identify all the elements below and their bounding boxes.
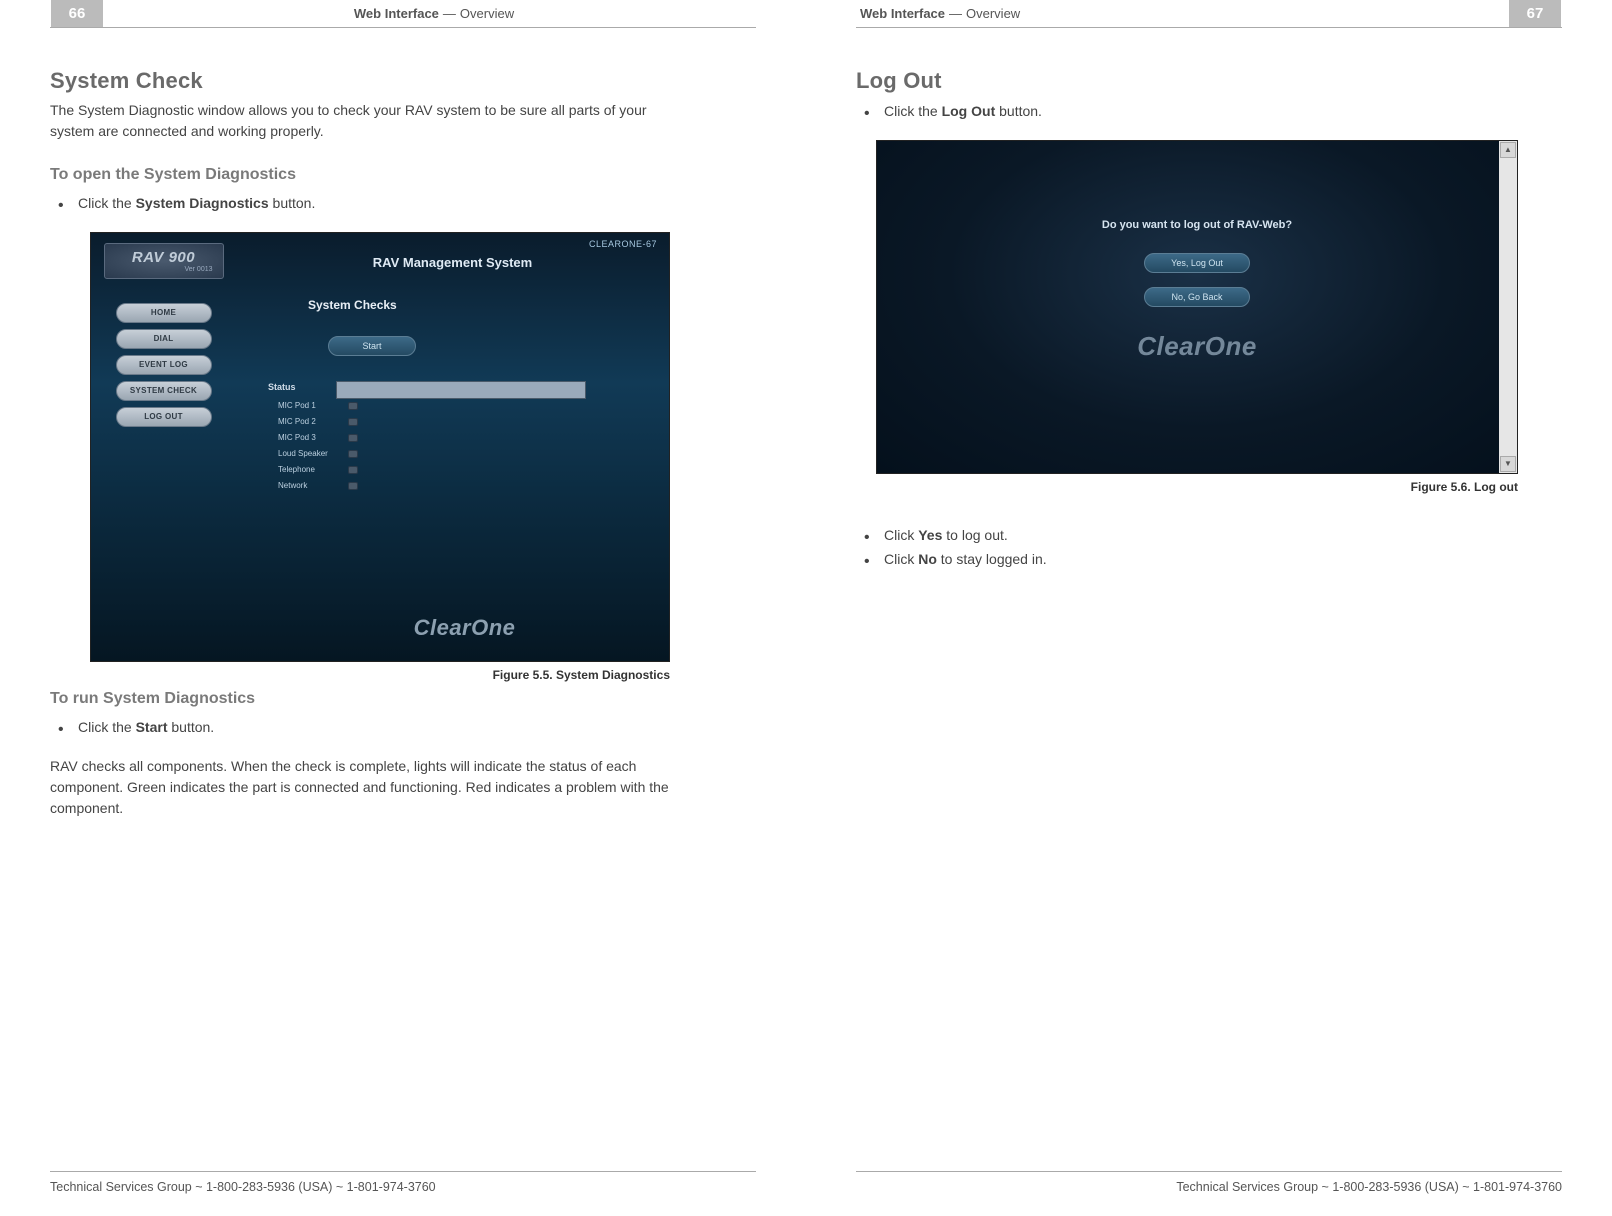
rav-status-label: MIC Pod 2: [278, 417, 348, 426]
clearone-brand: ClearOne: [248, 615, 681, 641]
clearone-brand: ClearOne: [1137, 331, 1257, 362]
rav-checks-header: System Checks: [308, 298, 657, 312]
rav-status-row: MIC Pod 3: [278, 430, 657, 446]
text-post: button.: [269, 195, 316, 211]
footer-right: Technical Services Group ~ 1-800-283-593…: [856, 1171, 1562, 1194]
scroll-up-icon[interactable]: ▲: [1500, 142, 1516, 158]
rav-logo: RAV 900 Ver 0013: [104, 243, 224, 279]
text-pre: Click: [884, 551, 918, 567]
rav-status-row: Loud Speaker: [278, 446, 657, 462]
rav-status-label: Telephone: [278, 465, 348, 474]
led-icon: [348, 418, 358, 426]
rav-nav-home[interactable]: HOME: [116, 303, 212, 323]
run-diag-body: RAV checks all components. When the chec…: [50, 756, 690, 819]
logout-screenshot: ▲ ▼ Do you want to log out of RAV-Web? Y…: [876, 140, 1518, 474]
page-66: 66 Web Interface — Overview System Check…: [0, 0, 806, 1216]
text-pre: Click: [884, 527, 918, 543]
open-diag-step-1: Click the System Diagnostics button.: [50, 192, 756, 216]
scroll-down-icon[interactable]: ▼: [1500, 456, 1516, 472]
led-icon: [348, 434, 358, 442]
rav-status-bar: [336, 381, 586, 399]
footer-left: Technical Services Group ~ 1-800-283-593…: [50, 1171, 756, 1194]
text-post: button.: [995, 103, 1042, 119]
header-strong: Web Interface: [860, 6, 945, 21]
rav-sidebar: RAV 900 Ver 0013 HOME DIAL EVENT LOG SYS…: [91, 233, 236, 661]
text-post: to stay logged in.: [937, 551, 1047, 567]
rav-start-button[interactable]: Start: [328, 336, 416, 356]
text-bold: Log Out: [942, 103, 996, 119]
page-number: 67: [1508, 0, 1562, 27]
logout-step-2: Click Yes to log out.: [856, 524, 1562, 548]
text-bold: No: [918, 551, 937, 567]
led-icon: [348, 482, 358, 490]
section-system-check-title: System Check: [50, 68, 756, 94]
rav-device-label: CLEARONE-67: [248, 239, 657, 249]
figure-5-6: ▲ ▼ Do you want to log out of RAV-Web? Y…: [876, 140, 1562, 474]
rav-status-row: MIC Pod 2: [278, 414, 657, 430]
rav-nav-systemcheck[interactable]: SYSTEM CHECK: [116, 381, 212, 401]
logout-step-1: Click the Log Out button.: [856, 100, 1562, 124]
header-sep: —: [443, 6, 456, 21]
rav-status-list: MIC Pod 1 MIC Pod 2 MIC Pod 3 Loud Speak…: [278, 398, 657, 494]
logout-yes-button[interactable]: Yes, Log Out: [1144, 253, 1250, 273]
open-diag-steps: Click the System Diagnostics button.: [50, 192, 756, 216]
rav-status-row: Telephone: [278, 462, 657, 478]
run-diag-steps: Click the Start button.: [50, 716, 756, 740]
rav-nav-dial[interactable]: DIAL: [116, 329, 212, 349]
figure-5-5-caption: Figure 5.5. System Diagnostics: [90, 668, 670, 682]
logout-no-button[interactable]: No, Go Back: [1144, 287, 1250, 307]
rav-nav-eventlog[interactable]: EVENT LOG: [116, 355, 212, 375]
logout-steps-1: Click the Log Out button.: [856, 100, 1562, 124]
rav-main: CLEARONE-67 RAV Management System System…: [236, 233, 669, 661]
page-header-title: Web Interface — Overview: [856, 0, 1500, 27]
logout-step-3: Click No to stay logged in.: [856, 548, 1562, 572]
text-bold: Start: [136, 719, 168, 735]
page-header-left: 66 Web Interface — Overview: [50, 0, 756, 28]
logout-steps-2: Click Yes to log out. Click No to stay l…: [856, 524, 1562, 572]
rav-screenshot: RAV 900 Ver 0013 HOME DIAL EVENT LOG SYS…: [90, 232, 670, 662]
page-number: 66: [50, 0, 104, 27]
section-logout-title: Log Out: [856, 68, 1562, 94]
rav-title: RAV Management System: [248, 255, 657, 270]
text-pre: Click the: [78, 195, 136, 211]
logout-question: Do you want to log out of RAV-Web?: [1102, 219, 1292, 231]
led-icon: [348, 450, 358, 458]
run-diag-heading: To run System Diagnostics: [50, 690, 756, 708]
rav-status-label: MIC Pod 3: [278, 433, 348, 442]
run-diag-step-1: Click the Start button.: [50, 716, 756, 740]
rav-status-label: MIC Pod 1: [278, 401, 348, 410]
page-67: Web Interface — Overview 67 Log Out Clic…: [806, 0, 1612, 1216]
rav-status-label: Network: [278, 481, 348, 490]
header-light: Overview: [966, 6, 1020, 21]
rav-status-label: Loud Speaker: [278, 449, 348, 458]
rav-logo-small: Ver 0013: [184, 266, 212, 273]
rav-status-row: Network: [278, 478, 657, 494]
text-bold: System Diagnostics: [136, 195, 269, 211]
text-pre: Click the: [884, 103, 942, 119]
header-light: Overview: [460, 6, 514, 21]
text-post: button.: [167, 719, 214, 735]
figure-5-5: RAV 900 Ver 0013 HOME DIAL EVENT LOG SYS…: [90, 232, 756, 682]
system-check-intro: The System Diagnostic window allows you …: [50, 100, 690, 142]
rav-nav-logout[interactable]: LOG OUT: [116, 407, 212, 427]
rav-logo-big: RAV 900: [132, 249, 195, 266]
open-diag-heading: To open the System Diagnostics: [50, 166, 756, 184]
page-header-right: Web Interface — Overview 67: [856, 0, 1562, 28]
header-strong: Web Interface: [354, 6, 439, 21]
figure-5-6-caption: Figure 5.6. Log out: [876, 480, 1518, 494]
text-post: to log out.: [942, 527, 1007, 543]
led-icon: [348, 466, 358, 474]
header-sep: —: [949, 6, 962, 21]
led-icon: [348, 402, 358, 410]
scrollbar[interactable]: ▲ ▼: [1499, 141, 1517, 473]
text-bold: Yes: [918, 527, 942, 543]
page-header-title: Web Interface — Overview: [112, 0, 756, 27]
text-pre: Click the: [78, 719, 136, 735]
rav-status-row: MIC Pod 1: [278, 398, 657, 414]
